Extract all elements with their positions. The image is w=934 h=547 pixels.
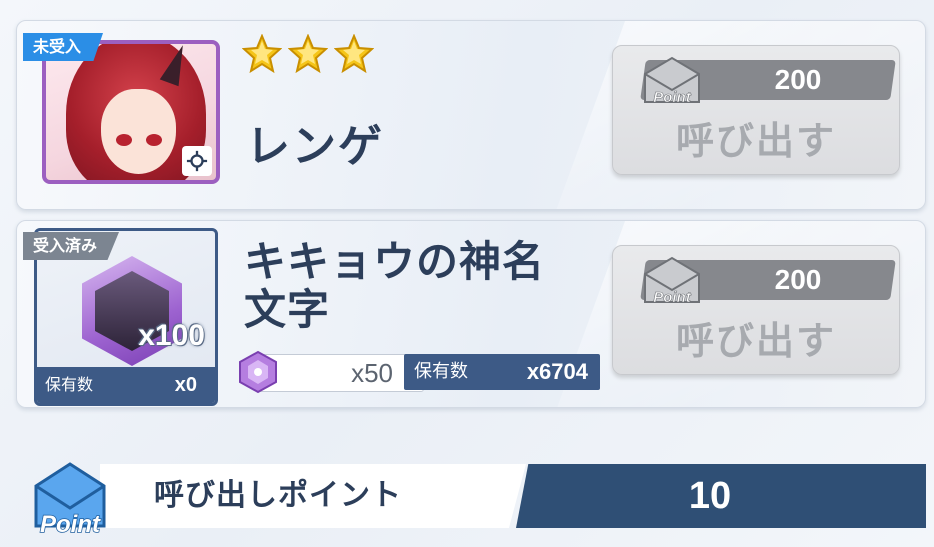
summon-button[interactable]: Point 200 呼び出す: [612, 45, 900, 175]
points-label: 呼び出しポイント: [154, 478, 402, 513]
material-owned-value: x6704: [526, 359, 588, 384]
summon-button-label: 呼び出す: [675, 319, 836, 363]
material-cost: x50: [351, 358, 393, 388]
status-badge-received: 受入済み: [23, 232, 120, 260]
owned-label: 保有数: [45, 375, 94, 394]
character-portrait[interactable]: [42, 40, 220, 184]
point-envelope-icon: Point: [644, 256, 700, 306]
portrait-eye-right: [146, 134, 162, 146]
star-icon: [288, 34, 328, 74]
summon-button[interactable]: Point 200 呼び出す: [612, 245, 900, 375]
points-value: 10: [688, 475, 732, 517]
point-icon-text: Point: [653, 289, 691, 306]
point-envelope-icon: Point: [644, 56, 700, 106]
item-count: x100: [138, 319, 205, 352]
material-cost-pill: x50: [258, 354, 424, 392]
gem-icon: [239, 350, 277, 394]
owned-count-bar: 保有数 x0: [37, 367, 215, 403]
status-badge-not-received: 未受入: [23, 33, 104, 61]
portrait-eye-left: [116, 134, 132, 146]
summon-cost: 200: [774, 264, 822, 295]
character-name: レンゲ: [246, 121, 384, 172]
item-name: キキョウの神名 文字: [244, 238, 584, 334]
rarity-stars: [242, 34, 374, 74]
star-icon: [242, 34, 282, 74]
material-owned: 保有数 x6704: [404, 354, 600, 390]
item-name-line2: 文字: [244, 285, 331, 334]
point-icon-text: Point: [40, 511, 101, 538]
summon-cost: 200: [774, 64, 822, 95]
material-owned-label: 保有数: [414, 361, 468, 382]
portrait-face: [101, 89, 176, 174]
summon-button-label: 呼び出す: [675, 119, 836, 163]
summon-points-bar: 呼び出しポイント 10 Point: [24, 460, 926, 542]
star-icon: [334, 34, 374, 74]
point-icon-text: Point: [653, 89, 691, 106]
item-name-line1: キキョウの神名: [244, 237, 546, 286]
owned-value: x0: [174, 374, 197, 396]
crosshair-icon[interactable]: [182, 146, 212, 176]
point-envelope-icon: Point: [34, 462, 106, 539]
